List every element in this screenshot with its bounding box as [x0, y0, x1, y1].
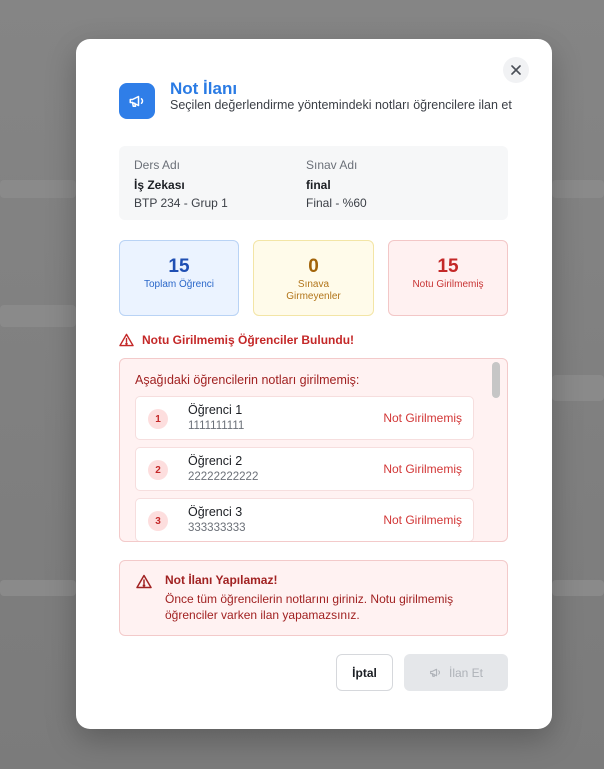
close-icon	[511, 65, 521, 75]
missing-warning-text: Notu Girilmemiş Öğrenciler Bulundu!	[142, 333, 355, 347]
list-item: 2 Öğrenci 2 22222222222 Not Girilmemiş	[135, 447, 474, 491]
announce-button-label: İlan Et	[448, 665, 484, 680]
cancel-button[interactable]: İptal	[336, 654, 393, 691]
student-index-badge: 2	[148, 460, 168, 480]
course-label: Ders Adı	[134, 158, 181, 172]
stat-total-students: 15 Toplam Öğrenci	[119, 240, 239, 316]
student-index-badge: 3	[148, 511, 168, 531]
alert-title: Not İlanı Yapılamaz!	[165, 573, 278, 587]
warning-triangle-icon	[136, 574, 152, 589]
missing-list-intro: Aşağıdaki öğrencilerin notları girilmemi…	[135, 373, 360, 387]
student-name: Öğrenci 2	[188, 454, 243, 468]
alert-text: Önce tüm öğrencilerin notlarını giriniz.…	[165, 592, 454, 622]
stat-absent-value: 0	[308, 256, 319, 277]
stat-missing-grades: 15 Notu Girilmemiş	[388, 240, 508, 316]
close-button[interactable]	[503, 57, 529, 83]
student-status: Not Girilmemiş	[383, 411, 462, 425]
exam-name: final	[306, 178, 331, 192]
cannot-announce-alert: Not İlanı Yapılamaz! Önce tüm öğrenciler…	[119, 560, 508, 636]
stat-missing-label: Notu Girilmemiş	[412, 279, 484, 290]
student-id: 22222222222	[188, 471, 259, 483]
list-scrollbar-thumb[interactable]	[492, 362, 500, 398]
exam-detail: Final - %60	[306, 196, 367, 210]
modal-title: Not İlanı	[170, 79, 238, 98]
course-name: İş Zekası	[134, 178, 185, 192]
megaphone-icon	[129, 95, 144, 107]
missing-warning-heading: Notu Girilmemiş Öğrenciler Bulundu!	[119, 333, 354, 347]
list-item: 3 Öğrenci 3 333333333 Not Girilmemiş	[135, 498, 474, 541]
stat-total-value: 15	[168, 256, 190, 277]
student-status: Not Girilmemiş	[383, 513, 462, 527]
student-id: 333333333	[188, 522, 246, 534]
stat-absent-students: 0 Sınava Girmeyenler	[253, 240, 374, 316]
course-info: Ders Adı İş Zekası BTP 234 - Grup 1	[134, 158, 228, 210]
megaphone-icon	[430, 668, 440, 677]
student-index-badge: 1	[148, 409, 168, 429]
exam-info: Sınav Adı final Final - %60	[306, 158, 367, 210]
announce-grades-modal: Not İlanı Seçilen değerlendirme yöntemin…	[76, 39, 552, 729]
course-info-box: Ders Adı İş Zekası BTP 234 - Grup 1 Sına…	[119, 146, 508, 220]
student-name: Öğrenci 3	[188, 505, 243, 519]
student-name: Öğrenci 1	[188, 403, 243, 417]
stat-absent-label: Sınava Girmeyenler	[286, 279, 341, 302]
exam-label: Sınav Adı	[306, 158, 358, 172]
header-icon-box	[119, 83, 155, 119]
student-status: Not Girilmemiş	[383, 462, 462, 476]
stat-missing-value: 15	[437, 256, 459, 277]
course-code: BTP 234 - Grup 1	[134, 196, 228, 210]
list-scrollbar[interactable]	[490, 362, 502, 538]
student-id: 1111111111	[188, 420, 245, 432]
modal-subtitle: Seçilen değerlendirme yöntemindeki notla…	[170, 98, 512, 112]
announce-button[interactable]: İlan Et	[404, 654, 508, 691]
warning-triangle-icon	[119, 333, 134, 347]
list-item: 1 Öğrenci 1 1111111111 Not Girilmemiş	[135, 396, 474, 440]
stat-total-label: Toplam Öğrenci	[143, 279, 215, 290]
missing-students-list[interactable]: Aşağıdaki öğrencilerin notları girilmemi…	[119, 358, 508, 542]
